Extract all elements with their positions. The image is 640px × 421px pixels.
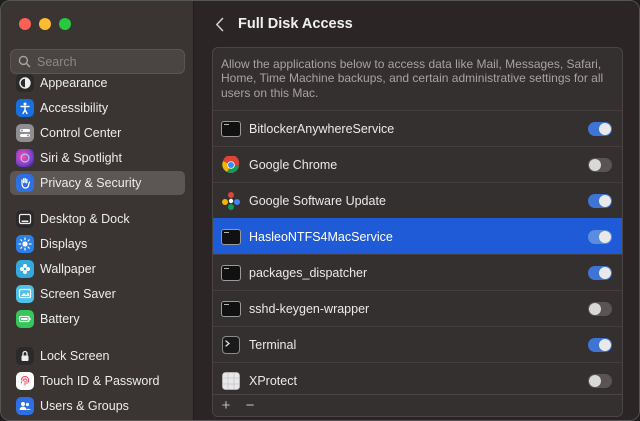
sidebar-item-label: Screen Saver — [40, 287, 116, 301]
app-name: Google Software Update — [249, 193, 386, 208]
sidebar-item-label: Desktop & Dock — [40, 212, 130, 226]
app-row[interactable]: Terminal — [213, 326, 622, 362]
access-toggle[interactable] — [588, 302, 612, 316]
search-icon — [18, 55, 31, 68]
sidebar-item-label: Accessibility — [40, 101, 109, 115]
app-list-panel: Allow the applications below to access d… — [212, 47, 623, 417]
sidebar-item-accessibility[interactable]: Accessibility — [10, 96, 185, 120]
app-row[interactable]: HasleoNTFS4MacService — [213, 218, 622, 254]
accessibility-icon — [16, 99, 34, 117]
sidebar-item-touch-id[interactable]: Touch ID & Password — [10, 369, 185, 393]
siri-icon — [16, 149, 34, 167]
app-row[interactable]: Google Software Update — [213, 182, 622, 218]
sidebar-item-battery[interactable]: Battery — [10, 307, 185, 331]
terminal-icon — [221, 299, 241, 319]
app-row[interactable]: XProtect — [213, 362, 622, 398]
dock-icon — [16, 210, 34, 228]
access-toggle[interactable] — [588, 338, 612, 352]
sidebar-item-label: Touch ID & Password — [40, 374, 160, 388]
chrome-icon — [221, 155, 241, 175]
displays-icon — [16, 235, 34, 253]
hand-icon — [16, 174, 34, 192]
users-icon — [16, 397, 34, 415]
search-input[interactable] — [37, 54, 177, 69]
minimize-button[interactable] — [39, 18, 51, 30]
sidebar-item-label: Control Center — [40, 126, 122, 140]
zoom-button[interactable] — [59, 18, 71, 30]
list-footer: + − — [213, 394, 622, 416]
app-row[interactable]: packages_dispatcher — [213, 254, 622, 290]
terminal-icon — [221, 263, 241, 283]
app-name: sshd-keygen-wrapper — [249, 301, 370, 316]
app-name: Terminal — [249, 337, 297, 352]
appearance-icon — [16, 74, 34, 92]
sidebar-item-label: Siri & Spotlight — [40, 151, 122, 165]
window-controls — [19, 18, 71, 30]
sidebar-item-label: Lock Screen — [40, 349, 110, 363]
access-toggle[interactable] — [588, 122, 612, 136]
app-name: packages_dispatcher — [249, 265, 368, 280]
add-app-button[interactable]: + — [219, 398, 233, 413]
app-row[interactable]: BitlockerAnywhereService — [213, 110, 622, 146]
chevron-left-icon — [215, 17, 223, 31]
access-toggle[interactable] — [588, 158, 612, 172]
sidebar-item-privacy-security[interactable]: Privacy & Security — [10, 171, 185, 195]
sidebar: Appearance Accessibility Control Center … — [1, 1, 194, 420]
sidebar-item-label: Privacy & Security — [40, 176, 142, 190]
access-toggle[interactable] — [588, 374, 612, 388]
sidebar-item-desktop-dock[interactable]: Desktop & Dock — [10, 207, 185, 231]
sidebar-item-wallpaper[interactable]: Wallpaper — [10, 257, 185, 281]
sidebar-item-appearance[interactable]: Appearance — [10, 73, 185, 95]
close-button[interactable] — [19, 18, 31, 30]
app-name: HasleoNTFS4MacService — [249, 229, 393, 244]
access-toggle[interactable] — [588, 194, 612, 208]
remove-app-button[interactable]: − — [243, 398, 257, 413]
lock-icon — [16, 347, 34, 365]
terminal-icon — [221, 227, 241, 247]
app-row[interactable]: Google Chrome — [213, 146, 622, 182]
sidebar-item-siri-spotlight[interactable]: Siri & Spotlight — [10, 146, 185, 170]
back-button[interactable] — [211, 15, 227, 33]
xprotect-icon — [221, 371, 241, 391]
sidebar-item-users-groups[interactable]: Users & Groups — [10, 394, 185, 418]
app-name: Google Chrome — [249, 157, 338, 172]
search-field[interactable] — [10, 49, 185, 74]
sidebar-nav: Appearance Accessibility Control Center … — [1, 73, 194, 420]
sidebar-item-displays[interactable]: Displays — [10, 232, 185, 256]
page-title: Full Disk Access — [238, 16, 353, 32]
control-center-icon — [16, 124, 34, 142]
terminal-icon — [221, 119, 241, 139]
sidebar-item-label: Users & Groups — [40, 399, 129, 413]
screen-saver-icon — [16, 285, 34, 303]
sidebar-item-label: Displays — [40, 237, 88, 251]
terminal-app-icon — [221, 335, 241, 355]
wallpaper-icon — [16, 260, 34, 278]
settings-window: Appearance Accessibility Control Center … — [0, 0, 640, 421]
sidebar-item-screen-saver[interactable]: Screen Saver — [10, 282, 185, 306]
main-content: Full Disk Access Allow the applications … — [195, 1, 639, 420]
google-update-icon — [221, 191, 241, 211]
sidebar-item-lock-screen[interactable]: Lock Screen — [10, 344, 185, 368]
sidebar-item-label: Appearance — [40, 76, 108, 90]
sidebar-item-control-center[interactable]: Control Center — [10, 121, 185, 145]
access-toggle[interactable] — [588, 230, 612, 244]
fingerprint-icon — [16, 372, 34, 390]
app-row[interactable]: sshd-keygen-wrapper — [213, 290, 622, 326]
battery-icon — [16, 310, 34, 328]
app-name: XProtect — [249, 373, 297, 388]
description-text: Allow the applications below to access d… — [221, 57, 604, 100]
sidebar-item-label: Battery — [40, 312, 80, 326]
sidebar-item-label: Wallpaper — [40, 262, 96, 276]
app-name: BitlockerAnywhereService — [249, 121, 395, 136]
access-toggle[interactable] — [588, 266, 612, 280]
